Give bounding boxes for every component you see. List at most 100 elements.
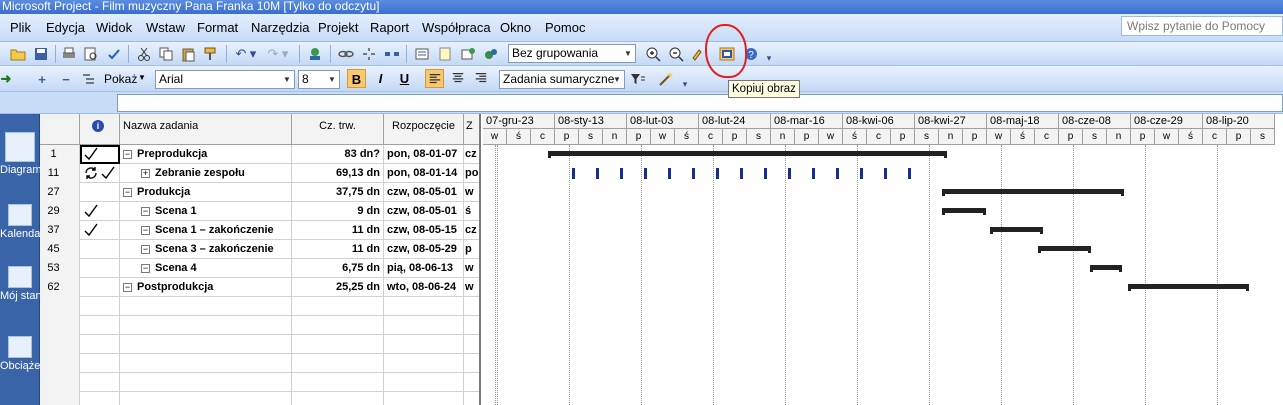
scroll-to-task-icon[interactable]	[689, 44, 709, 64]
indicators-cell[interactable]	[80, 373, 120, 392]
row-id[interactable]: 1	[40, 145, 80, 164]
view-calendar[interactable]: Kalendarz	[0, 204, 40, 241]
indicators-cell[interactable]	[80, 278, 120, 297]
table-row[interactable]: 53− Scena 4 6,75 dn pią, 08-06-13 w	[40, 259, 479, 278]
start-cell[interactable]: pią, 08-06-13	[384, 259, 464, 278]
underline-button[interactable]: U	[395, 69, 414, 88]
finish-cell[interactable]: w	[464, 259, 479, 278]
recurring-occurrence-bar[interactable]	[812, 168, 816, 179]
row-id[interactable]: 53	[40, 259, 80, 278]
start-cell[interactable]: pon, 08-01-14	[384, 164, 464, 183]
recurring-occurrence-bar[interactable]	[596, 168, 600, 179]
table-row[interactable]	[40, 297, 479, 316]
summary-task-bar[interactable]	[942, 189, 1124, 196]
row-id[interactable]: 62	[40, 278, 80, 297]
task-name-cell[interactable]: − Scena 1 – zakończenie	[120, 221, 292, 240]
collapse-icon[interactable]: −	[123, 150, 132, 159]
italic-button[interactable]: I	[371, 69, 390, 88]
task-name-cell[interactable]	[120, 297, 292, 316]
start-cell[interactable]: czw, 08-05-15	[384, 221, 464, 240]
filter-select[interactable]: Zadania sumaryczne ▼	[499, 70, 625, 89]
start-cell[interactable]	[384, 297, 464, 316]
autofilter-icon[interactable]	[628, 69, 648, 89]
duration-cell[interactable]	[292, 373, 384, 392]
hide-subtasks-icon[interactable]: −	[56, 69, 76, 89]
show-dropdown-icon[interactable]: ▼	[138, 73, 146, 82]
help-search-input[interactable]: Wpisz pytanie do Pomocy	[1121, 16, 1283, 36]
duration-cell[interactable]	[292, 335, 384, 354]
table-row[interactable]	[40, 335, 479, 354]
table-row[interactable]: 45− Scena 3 – zakończenie 11 dn czw, 08-05-…	[40, 240, 479, 259]
collapse-icon[interactable]: −	[141, 264, 150, 273]
start-cell[interactable]	[384, 392, 464, 405]
indicators-cell[interactable]	[80, 240, 120, 259]
resources-icon[interactable]	[305, 44, 325, 64]
zoom-out-icon[interactable]	[666, 44, 686, 64]
table-row[interactable]	[40, 392, 479, 405]
duration-cell[interactable]	[292, 297, 384, 316]
format-painter-icon[interactable]	[200, 44, 220, 64]
summary-task-bar[interactable]	[990, 227, 1044, 234]
print-preview-icon[interactable]	[81, 44, 101, 64]
duration-cell[interactable]	[292, 316, 384, 335]
outline-icon[interactable]	[79, 69, 99, 89]
task-notes-icon[interactable]	[435, 44, 455, 64]
copy-picture-icon[interactable]	[717, 44, 737, 64]
duration-cell[interactable]: 11 dn	[292, 221, 384, 240]
duration-header[interactable]: Cz. trw.	[292, 114, 384, 145]
task-name-header[interactable]: Nazwa zadania	[120, 114, 292, 145]
toolbar-options-icon[interactable]: ▾	[763, 48, 775, 68]
indicators-cell[interactable]	[80, 259, 120, 278]
toolbar-options-icon[interactable]: ▾	[679, 74, 691, 94]
open-folder-icon[interactable]	[8, 44, 28, 64]
entry-field-input[interactable]	[117, 94, 1283, 112]
start-header[interactable]: Rozpoczęcie	[384, 114, 464, 145]
task-name-cell[interactable]: − Scena 3 – zakończenie	[120, 240, 292, 259]
recurring-occurrence-bar[interactable]	[764, 168, 768, 179]
row-id[interactable]: 11	[40, 164, 80, 183]
duration-cell[interactable]	[292, 392, 384, 405]
recurring-occurrence-bar[interactable]	[884, 168, 888, 179]
split-task-icon[interactable]	[382, 44, 402, 64]
recurring-occurrence-bar[interactable]	[836, 168, 840, 179]
recurring-occurrence-bar[interactable]	[620, 168, 624, 179]
font-select[interactable]: Arial ▼	[155, 70, 295, 89]
finish-header[interactable]: Z	[464, 114, 479, 145]
recurring-occurrence-bar[interactable]	[908, 168, 912, 179]
undo-dropdown-icon[interactable]: ▾	[248, 44, 258, 64]
menu-pomoc[interactable]: Pomoc	[545, 20, 585, 36]
recurring-occurrence-bar[interactable]	[644, 168, 648, 179]
finish-cell[interactable]	[464, 316, 479, 335]
finish-cell[interactable]	[464, 297, 479, 316]
task-name-cell[interactable]	[120, 373, 292, 392]
summary-task-bar[interactable]	[548, 151, 947, 158]
collapse-icon[interactable]: −	[141, 245, 150, 254]
menu-edycja[interactable]: Edycja	[46, 20, 85, 36]
summary-task-bar[interactable]	[1089, 265, 1123, 272]
task-name-cell[interactable]: − Postprodukcja	[120, 278, 292, 297]
task-name-cell[interactable]: − Scena 1	[120, 202, 292, 221]
indicators-cell[interactable]	[80, 354, 120, 373]
indicators-cell[interactable]	[80, 221, 120, 240]
summary-task-bar[interactable]	[942, 208, 986, 215]
duration-cell[interactable]: 11 dn	[292, 240, 384, 259]
view-task-usage[interactable]: Obciążenie zadaniami	[0, 336, 40, 373]
table-row[interactable]: 29− Scena 19 dn czw, 08-05-01 ś	[40, 202, 479, 221]
view-my-standard[interactable]: Mój standard	[0, 266, 40, 303]
task-name-cell[interactable]: − Preprodukcja	[120, 145, 292, 164]
copy-icon[interactable]	[156, 44, 176, 64]
finish-cell[interactable]	[464, 335, 479, 354]
recurring-occurrence-bar[interactable]	[572, 168, 576, 179]
unlink-tasks-icon[interactable]	[359, 44, 379, 64]
finish-cell[interactable]: w	[464, 278, 479, 297]
zoom-in-icon[interactable]	[643, 44, 663, 64]
recurring-occurrence-bar[interactable]	[692, 168, 696, 179]
row-id[interactable]: 45	[40, 240, 80, 259]
table-row[interactable]	[40, 354, 479, 373]
task-name-cell[interactable]: − Scena 4	[120, 259, 292, 278]
publish-icon[interactable]	[481, 44, 501, 64]
redo-dropdown-icon[interactable]: ▾	[280, 44, 290, 64]
table-row[interactable]	[40, 373, 479, 392]
menu-plik[interactable]: Plik	[10, 20, 31, 36]
indicators-cell[interactable]	[80, 145, 120, 164]
